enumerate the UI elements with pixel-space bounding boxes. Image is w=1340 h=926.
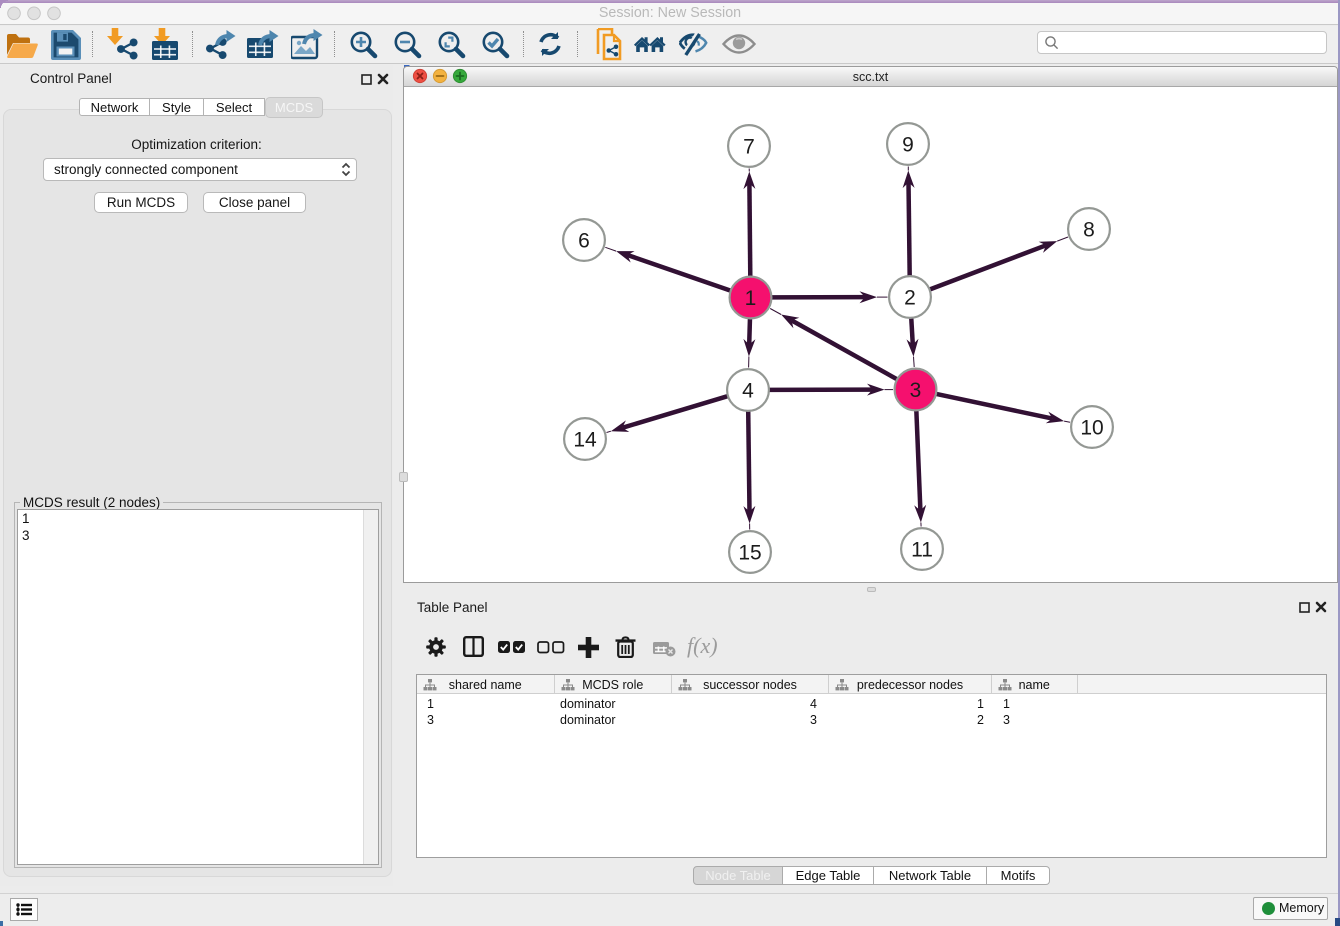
svg-text:f(x): f(x) [687, 633, 718, 658]
svg-text:4: 4 [742, 379, 754, 402]
svg-text:10: 10 [1080, 416, 1103, 439]
svg-text:3: 3 [910, 379, 922, 402]
svg-text:2: 2 [904, 286, 916, 309]
svg-text:6: 6 [578, 229, 590, 252]
svg-text:8: 8 [1083, 218, 1095, 241]
svg-text:15: 15 [738, 541, 761, 564]
svg-text:9: 9 [902, 133, 914, 156]
svg-text:1: 1 [745, 287, 757, 310]
svg-text:14: 14 [573, 428, 597, 451]
svg-text:7: 7 [743, 135, 755, 158]
svg-text:11: 11 [911, 538, 933, 561]
